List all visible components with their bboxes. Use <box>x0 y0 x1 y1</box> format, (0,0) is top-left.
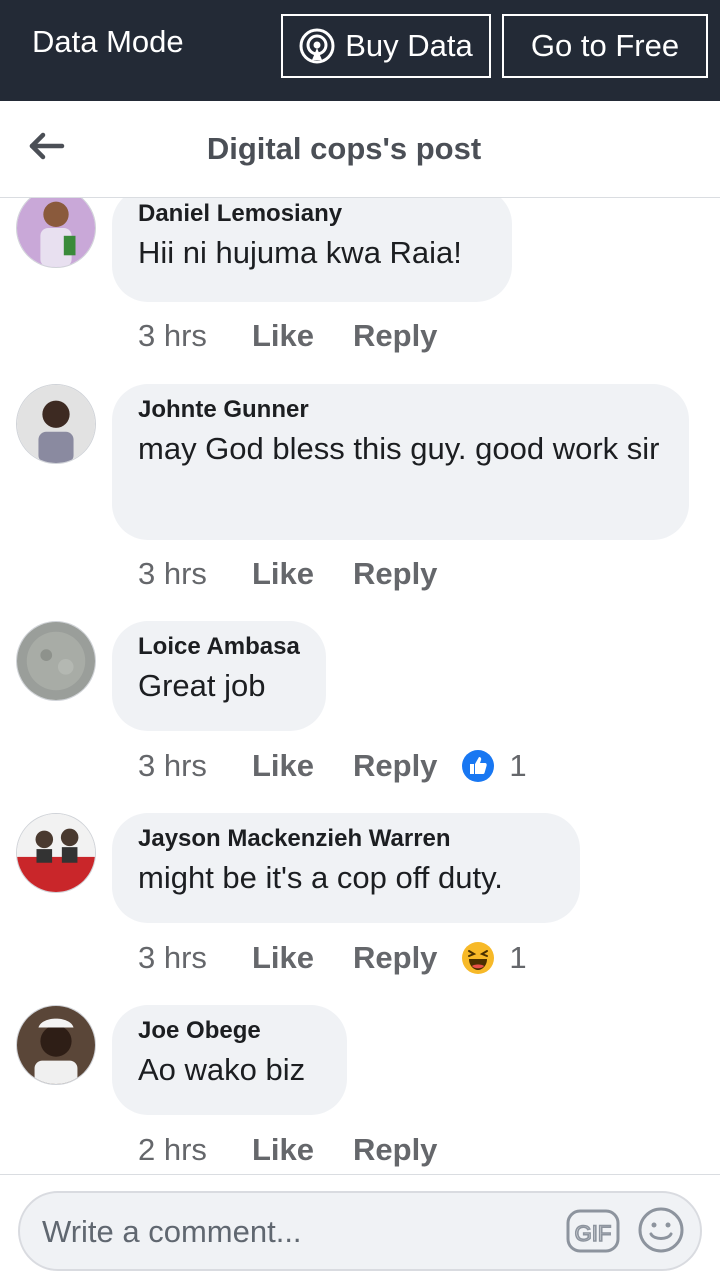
comment-bubble[interactable]: Daniel Lemosiany Hii ni hujuma kwa Raia! <box>112 198 512 302</box>
comment-time[interactable]: 3 hrs <box>138 748 252 784</box>
go-to-free-label: Go to Free <box>530 28 680 63</box>
reply-button[interactable]: Reply <box>353 318 437 354</box>
comment-bubble[interactable]: Loice Ambasa Great job <box>112 621 326 731</box>
comment-meta: 2 hrs Like Reply <box>138 1130 437 1170</box>
comment-author[interactable]: Joe Obege <box>138 1017 321 1045</box>
avatar[interactable] <box>16 621 96 701</box>
emoji-icon[interactable] <box>636 1205 686 1255</box>
buy-data-button[interactable]: Buy Data <box>281 14 491 78</box>
comment-text: may God bless this guy. good work sir <box>138 431 660 466</box>
comment-bubble[interactable]: Jayson Mackenzieh Warren might be it's a… <box>112 813 580 923</box>
page-title: Digital cops's post <box>206 131 482 166</box>
comment-meta: 3 hrs Like Reply 1 <box>138 746 527 786</box>
comment-time[interactable]: 3 hrs <box>138 940 252 976</box>
gif-label: GIF <box>575 1221 612 1246</box>
comment-bubble[interactable]: Johnte Gunner may God bless this guy. go… <box>112 384 689 540</box>
reaction-count: 1 <box>509 748 527 783</box>
like-button[interactable]: Like <box>252 940 353 976</box>
comment-author[interactable]: Loice Ambasa <box>138 633 300 661</box>
comment-author[interactable]: Johnte Gunner <box>138 396 663 424</box>
comment-text: Hii ni hujuma kwa Raia! <box>138 235 462 270</box>
comment-author[interactable]: Daniel Lemosiany <box>138 200 486 228</box>
avatar[interactable] <box>16 813 96 893</box>
haha-reaction-icon <box>462 942 495 974</box>
broadcast-icon <box>299 28 335 64</box>
post-header: Digital cops's post <box>0 101 720 198</box>
gif-icon[interactable]: GIF <box>566 1207 620 1255</box>
reaction-summary[interactable]: 1 <box>461 940 527 976</box>
comment-input-wrapper[interactable]: GIF <box>18 1191 702 1271</box>
comment-time[interactable]: 3 hrs <box>138 556 252 592</box>
comment-bubble[interactable]: Joe Obege Ao wako biz <box>112 1005 347 1115</box>
reply-button[interactable]: Reply <box>353 556 437 592</box>
buy-data-label: Buy Data <box>345 28 473 63</box>
avatar[interactable] <box>16 384 96 464</box>
comments-list: Daniel Lemosiany Hii ni hujuma kwa Raia!… <box>0 198 720 1174</box>
reply-button[interactable]: Reply <box>353 940 437 976</box>
comment-meta: 3 hrs Like Reply <box>138 316 437 356</box>
reaction-count: 1 <box>509 940 527 975</box>
avatar[interactable] <box>16 198 96 268</box>
comment-text: Ao wako biz <box>138 1052 306 1087</box>
comment-time[interactable]: 3 hrs <box>138 318 252 354</box>
reply-button[interactable]: Reply <box>353 1132 437 1168</box>
comment-text: might be it's a cop off duty. <box>138 860 503 895</box>
like-button[interactable]: Like <box>252 1132 353 1168</box>
comment-author[interactable]: Jayson Mackenzieh Warren <box>138 825 554 853</box>
comment-text: Great job <box>138 668 266 703</box>
like-button[interactable]: Like <box>252 748 353 784</box>
comment-time[interactable]: 2 hrs <box>138 1132 252 1168</box>
comment-meta: 3 hrs Like Reply 1 <box>138 938 527 978</box>
comment-input[interactable] <box>40 1207 554 1257</box>
like-button[interactable]: Like <box>252 556 353 592</box>
reaction-summary[interactable]: 1 <box>461 748 527 784</box>
data-mode-bar: Data Mode Buy Data Go to Free <box>0 0 720 101</box>
comment-composer: GIF <box>0 1174 720 1274</box>
reply-button[interactable]: Reply <box>353 748 437 784</box>
like-reaction-icon <box>462 750 495 782</box>
avatar[interactable] <box>16 1005 96 1085</box>
go-to-free-button[interactable]: Go to Free <box>502 14 708 78</box>
comment-meta: 3 hrs Like Reply <box>138 554 437 594</box>
data-mode-label: Data Mode <box>32 24 184 59</box>
like-button[interactable]: Like <box>252 318 353 354</box>
